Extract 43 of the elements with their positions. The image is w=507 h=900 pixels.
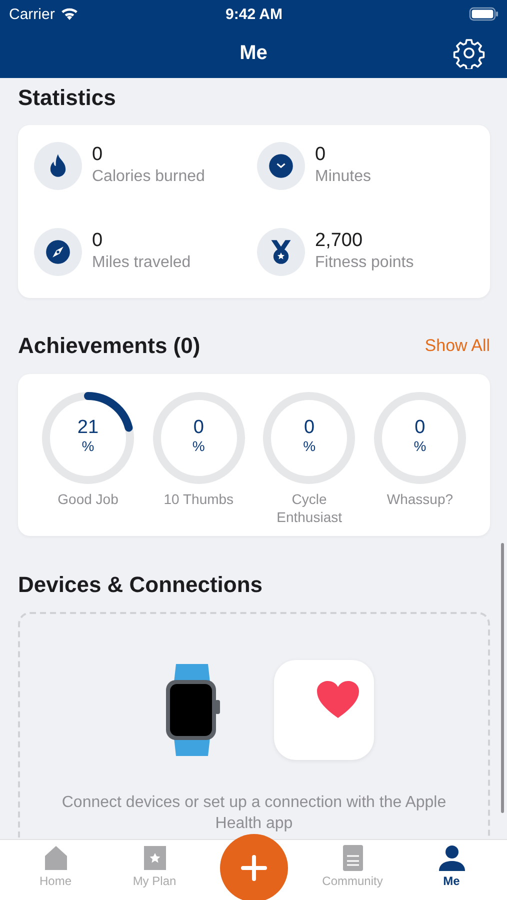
- watch-icon: [164, 664, 222, 756]
- screen-title: Me: [240, 42, 268, 64]
- section-title: Statistics: [18, 85, 117, 111]
- medal-icon: [257, 228, 305, 276]
- settings-button[interactable]: [453, 37, 485, 69]
- percent-sign: %: [192, 438, 205, 454]
- tab-item[interactable]: Home: [10, 840, 100, 888]
- percent-sign: %: [303, 438, 316, 454]
- section-title: Achievements (0): [18, 333, 200, 359]
- tab-item[interactable]: My Plan: [110, 840, 200, 888]
- battery-icon: [469, 7, 499, 21]
- percent-value: 0: [414, 418, 426, 438]
- show-all-link[interactable]: Show All: [424, 336, 490, 356]
- flame-icon: [34, 142, 82, 190]
- stat-label: Minutes: [315, 167, 372, 187]
- clock-icon: [257, 142, 305, 190]
- percent-value: 0: [193, 418, 204, 438]
- health-app-icon: [274, 660, 374, 760]
- percent-value: 21: [77, 418, 99, 438]
- compass-icon: [34, 228, 82, 276]
- tab-item[interactable]: Me: [406, 840, 496, 888]
- stat-value: 0: [92, 144, 104, 166]
- section-title: Devices & Connections: [18, 572, 264, 598]
- status-time: 9:42 AM: [226, 6, 282, 22]
- achievement-label: Good Job: [58, 490, 118, 508]
- stat-label: Miles traveled: [92, 253, 191, 273]
- carrier-name: Carrier: [9, 6, 55, 22]
- percent-sign: %: [414, 438, 426, 454]
- wifi-icon: [60, 7, 79, 21]
- stat-label: Calories burned: [92, 167, 205, 187]
- achievement-label: 10 Thumbs: [164, 490, 234, 508]
- devices-description: Connect devices or set up a connection with the Apple Health app: [60, 793, 448, 834]
- achievement-label: Cycle Enthusiast: [276, 490, 343, 526]
- stat-value: 0: [315, 144, 327, 166]
- stat-label: Fitness points: [315, 253, 414, 273]
- tab-item[interactable]: Community: [308, 840, 398, 888]
- achievement-label: Whassup?: [386, 490, 454, 508]
- stat-value: 2,700: [315, 230, 364, 252]
- percent-sign: %: [82, 438, 94, 454]
- person-icon: [438, 844, 466, 872]
- stat-value: 0: [92, 230, 104, 252]
- plus-icon: [240, 854, 268, 882]
- percent-value: 0: [304, 418, 315, 438]
